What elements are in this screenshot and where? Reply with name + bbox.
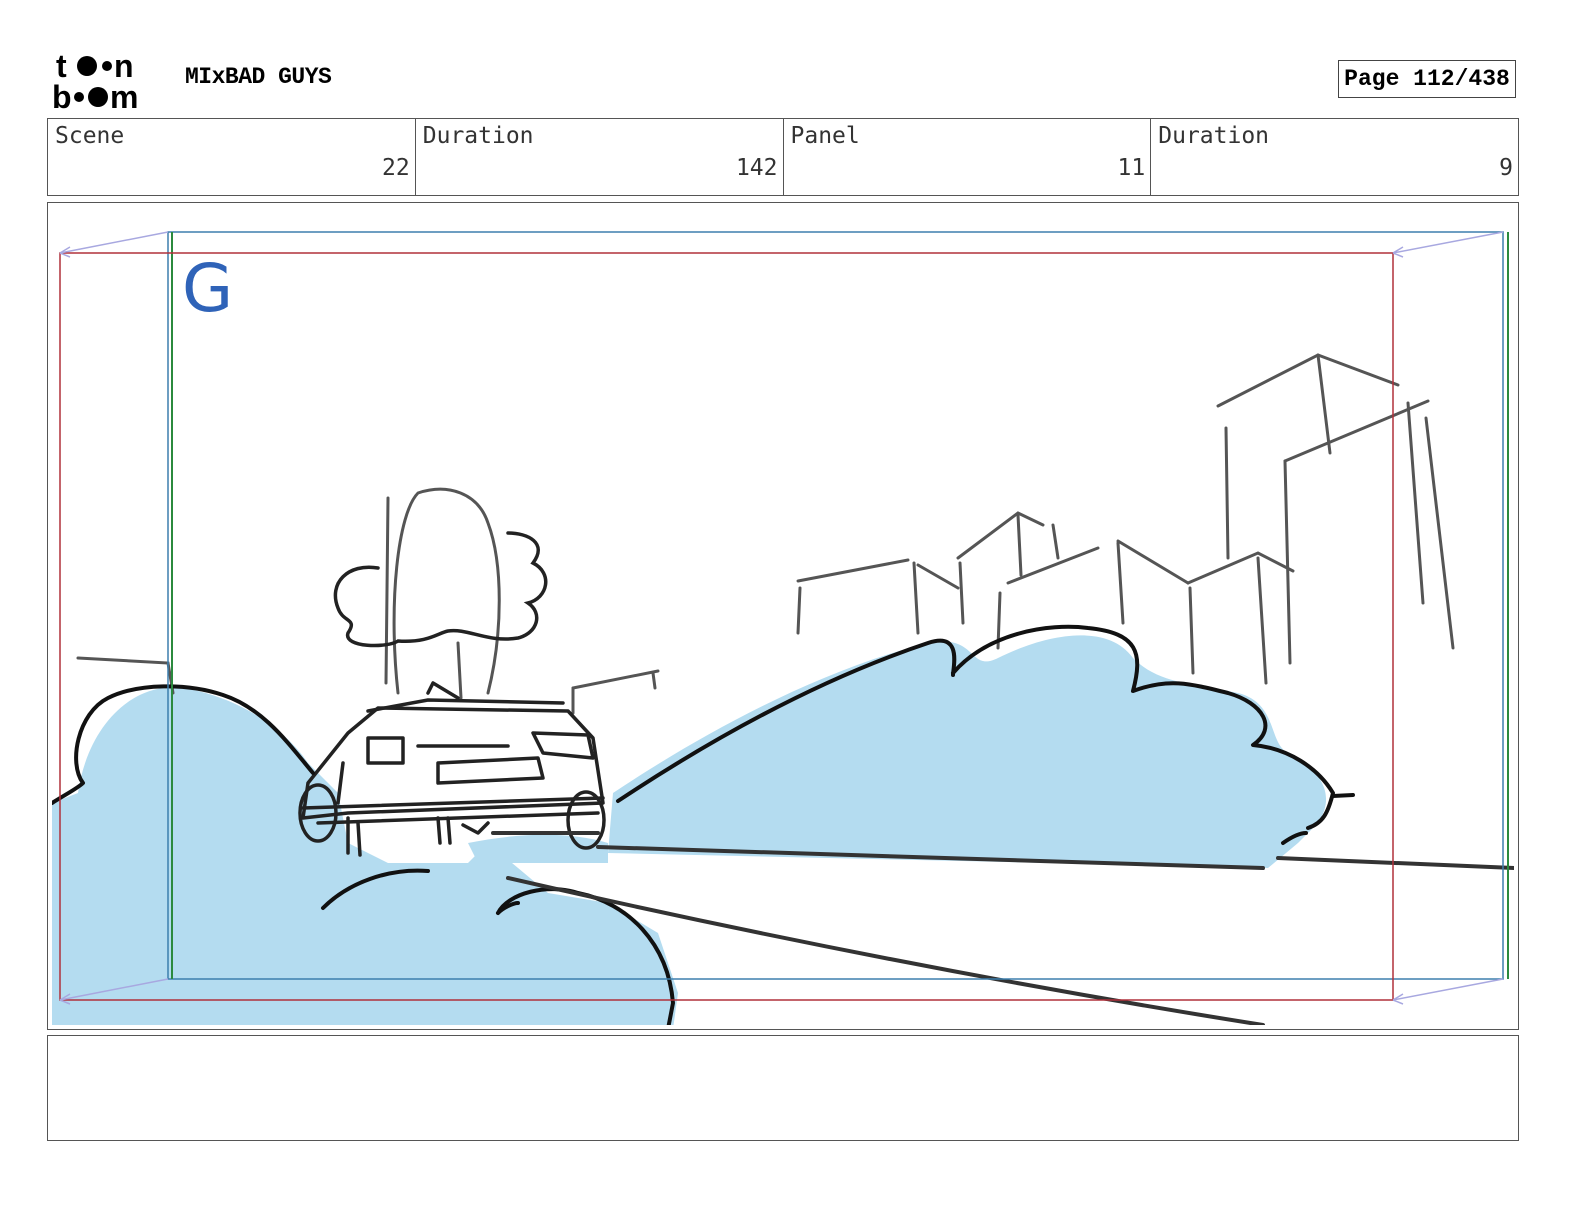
scene-duration-value: 142 xyxy=(735,155,778,181)
panel-drawing: G xyxy=(52,231,1514,1025)
panel-notes-box[interactable] xyxy=(47,1035,1519,1141)
scene-duration-label: Duration xyxy=(422,123,534,149)
scene-duration-cell: Duration 142 xyxy=(416,119,784,195)
scene-value: 22 xyxy=(382,155,410,181)
car-sketch xyxy=(298,681,606,857)
svg-text:b: b xyxy=(52,79,72,112)
city-buildings-sketch xyxy=(76,353,1455,715)
scene-label: Scene xyxy=(55,123,125,149)
panel-info-table: Scene 22 Duration 142 Panel 11 Duration … xyxy=(47,118,1519,196)
panel-label: Panel xyxy=(790,123,860,149)
storyboard-panel: G xyxy=(47,202,1519,1030)
panel-duration-value: 9 xyxy=(1499,155,1513,181)
frame-marker: G xyxy=(182,250,233,327)
panel-duration-cell: Duration 9 xyxy=(1151,119,1518,195)
panel-value: 11 xyxy=(1117,155,1146,181)
toon-boom-logo: t n b m xyxy=(52,50,138,112)
project-title: MIxBAD GUYS xyxy=(185,64,332,90)
svg-text:m: m xyxy=(110,79,138,112)
page-indicator: Page 112/438 xyxy=(1338,60,1516,98)
tree-sketch xyxy=(384,487,501,700)
scene-cell: Scene 22 xyxy=(48,119,416,195)
cloud-sketch xyxy=(333,531,548,648)
background-bushes-fill xyxy=(52,635,1327,1025)
panel-duration-label: Duration xyxy=(1158,123,1270,149)
panel-cell: Panel 11 xyxy=(784,119,1152,195)
